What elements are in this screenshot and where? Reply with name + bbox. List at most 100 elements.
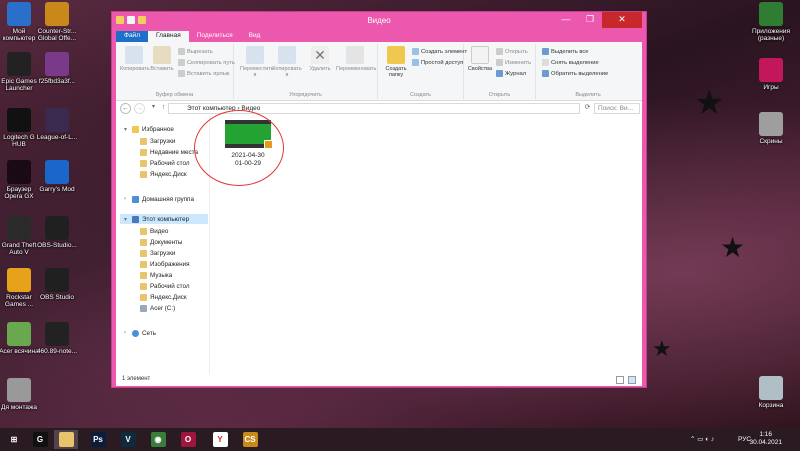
paste-button[interactable]: Вставить bbox=[148, 46, 176, 72]
folder-icon bbox=[140, 170, 147, 178]
expand-icon[interactable]: › bbox=[124, 330, 130, 336]
taskbar-app-button[interactable]: ◉ bbox=[146, 430, 170, 449]
item-count: 1 элемент bbox=[122, 376, 151, 382]
nav-pc-item[interactable]: Acer (C:) bbox=[140, 303, 175, 313]
taskbar-app-button[interactable]: CS bbox=[238, 430, 262, 449]
nav-favorite-item[interactable]: Рабочий стол bbox=[140, 158, 190, 168]
taskbar-app-button[interactable]: ⊞ bbox=[2, 430, 26, 449]
desktop-icon[interactable]: Игры bbox=[750, 58, 792, 91]
desktop-icon-label: Браузер Opera GX bbox=[4, 186, 34, 200]
history-button[interactable]: Журнал bbox=[496, 69, 526, 78]
copy-button[interactable]: Копировать bbox=[120, 46, 150, 72]
easy-access-button[interactable]: Простой доступ bbox=[412, 58, 463, 67]
copy-to-button[interactable]: Копировать в bbox=[272, 46, 302, 78]
taskbar-app-button[interactable]: O bbox=[176, 430, 200, 449]
rename-button[interactable]: Переименовать bbox=[336, 46, 376, 72]
nav-homegroup[interactable]: › Домашняя группа bbox=[124, 194, 194, 204]
rename-icon bbox=[346, 46, 364, 64]
properties-button[interactable]: Свойства bbox=[466, 46, 494, 72]
edit-button[interactable]: Изменить bbox=[496, 58, 531, 67]
maximize-button[interactable]: ❐ bbox=[578, 12, 602, 28]
easy-access-icon bbox=[412, 59, 419, 66]
large-icons-view-button[interactable] bbox=[628, 376, 636, 384]
desktop-icon[interactable]: Epic Games Launcher bbox=[0, 52, 40, 92]
tab-home[interactable]: Главная bbox=[147, 31, 189, 42]
new-folder-icon bbox=[387, 46, 405, 64]
desktop-icon[interactable]: Корзина bbox=[750, 376, 792, 409]
opera-gx-icon: O bbox=[180, 432, 196, 447]
desktop-icon[interactable]: Дя монтажа bbox=[0, 378, 40, 411]
nav-network[interactable]: › Сеть bbox=[124, 328, 156, 338]
nav-this-pc[interactable]: ▾ Этот компьютер bbox=[120, 214, 208, 224]
desktop-icon[interactable]: Acer всячина bbox=[0, 322, 40, 355]
nav-pc-item[interactable]: Рабочий стол bbox=[140, 281, 190, 291]
desktop-icon[interactable]: League-of-L... bbox=[36, 108, 78, 141]
desktop-icon[interactable]: Скрины bbox=[750, 112, 792, 145]
back-button[interactable]: ← bbox=[120, 103, 131, 114]
taskbar-app-button[interactable]: Ps bbox=[86, 430, 110, 449]
tab-share[interactable]: Поделиться bbox=[189, 31, 241, 42]
refresh-button[interactable]: ⟳ bbox=[582, 103, 593, 114]
desktop-icon-label: Приложения (разные) bbox=[751, 28, 791, 42]
close-button[interactable]: ✕ bbox=[602, 12, 642, 28]
scissors-icon bbox=[178, 48, 185, 55]
photoshop-icon: Ps bbox=[90, 432, 106, 447]
nav-favorite-item[interactable]: Загрузки bbox=[140, 136, 175, 146]
folder-icon bbox=[7, 322, 31, 346]
nav-pc-item[interactable]: Загрузки bbox=[140, 248, 175, 258]
open-button[interactable]: Открыть bbox=[496, 47, 528, 56]
select-group: Выделить все Снять выделение Обратить вы… bbox=[536, 44, 640, 99]
desktop-icon[interactable]: 460.89-note... bbox=[36, 322, 78, 355]
copy-icon bbox=[125, 46, 143, 64]
desktop-icon[interactable]: Grand Theft Auto V bbox=[0, 216, 40, 256]
paste-icon bbox=[153, 46, 171, 64]
cut-button[interactable]: Вырезать bbox=[178, 47, 213, 56]
desktop-icon[interactable]: Браузер Opera GX bbox=[0, 160, 40, 200]
invert-selection-button[interactable]: Обратить выделение bbox=[542, 69, 608, 78]
desktop-icon[interactable]: Rockstar Games ... bbox=[0, 268, 40, 308]
image-icon bbox=[45, 52, 69, 76]
nav-favorite-item[interactable]: Яндекс.Диск bbox=[140, 169, 187, 179]
nav-pc-item[interactable]: Документы bbox=[140, 237, 182, 247]
desktop-icon[interactable]: OBS Studio bbox=[36, 268, 78, 301]
select-all-button[interactable]: Выделить все bbox=[542, 47, 589, 56]
title-bar[interactable]: Видео — ❐ ✕ bbox=[112, 12, 646, 31]
nav-pc-item[interactable]: Музыка bbox=[140, 270, 172, 280]
tray-icons[interactable]: ⌃ ▭ ◐ ♪ bbox=[690, 428, 714, 451]
nav-favorite-item[interactable]: Недавние места bbox=[140, 147, 198, 157]
delete-button[interactable]: ✕ Удалить bbox=[306, 46, 334, 72]
desktop-icon[interactable]: Приложения (разные) bbox=[750, 2, 792, 42]
paste-shortcut-button[interactable]: Вставить ярлык bbox=[178, 69, 229, 78]
move-to-button[interactable]: Переместить в bbox=[240, 46, 274, 78]
tab-view[interactable]: Вид bbox=[241, 31, 269, 42]
desktop-icon[interactable]: Мой компьютер bbox=[0, 2, 40, 42]
tab-file[interactable]: Файл bbox=[116, 31, 148, 42]
desktop-icon[interactable]: OBS-Studio... bbox=[36, 216, 78, 249]
desktop-icon[interactable]: Logitech G HUB bbox=[0, 108, 40, 148]
nav-pc-item[interactable]: Видео bbox=[140, 226, 168, 236]
desktop-icon-label: Logitech G HUB bbox=[3, 134, 35, 148]
details-view-button[interactable] bbox=[616, 376, 624, 384]
desktop-icon[interactable]: Counter-Str... Global Offe... bbox=[36, 2, 78, 42]
nav-pc-item[interactable]: Яндекс.Диск bbox=[140, 292, 187, 302]
desktop-icon[interactable]: f25fbd3a3f... bbox=[36, 52, 78, 85]
taskbar-app-button[interactable] bbox=[54, 430, 78, 449]
taskbar-app-button[interactable]: V bbox=[116, 430, 140, 449]
expand-icon[interactable]: › bbox=[124, 196, 130, 202]
taskbar-app-button[interactable]: Y bbox=[208, 430, 232, 449]
copy-path-button[interactable]: Скопировать путь bbox=[178, 58, 235, 67]
new-folder-button[interactable]: Создать папку bbox=[382, 46, 410, 78]
desktop-icon[interactable]: Garry's Mod bbox=[36, 160, 78, 193]
forward-button[interactable]: → bbox=[134, 103, 145, 114]
collapse-icon[interactable]: ▾ bbox=[124, 126, 130, 133]
search-input[interactable]: Поиск: Ви... bbox=[594, 103, 640, 114]
desktop-icon-label: Grand Theft Auto V bbox=[1, 242, 37, 256]
new-item-button[interactable]: Создать элемент bbox=[412, 47, 467, 56]
clock[interactable]: 1:16 30.04.2021 bbox=[749, 431, 782, 447]
taskbar-app-button[interactable]: G bbox=[28, 430, 52, 449]
collapse-icon[interactable]: ▾ bbox=[124, 216, 130, 223]
nav-pc-item[interactable]: Изображения bbox=[140, 259, 190, 269]
minimize-button[interactable]: — bbox=[554, 12, 578, 28]
select-none-button[interactable]: Снять выделение bbox=[542, 58, 599, 67]
nav-favorites[interactable]: ▾ Избранное bbox=[124, 124, 174, 134]
